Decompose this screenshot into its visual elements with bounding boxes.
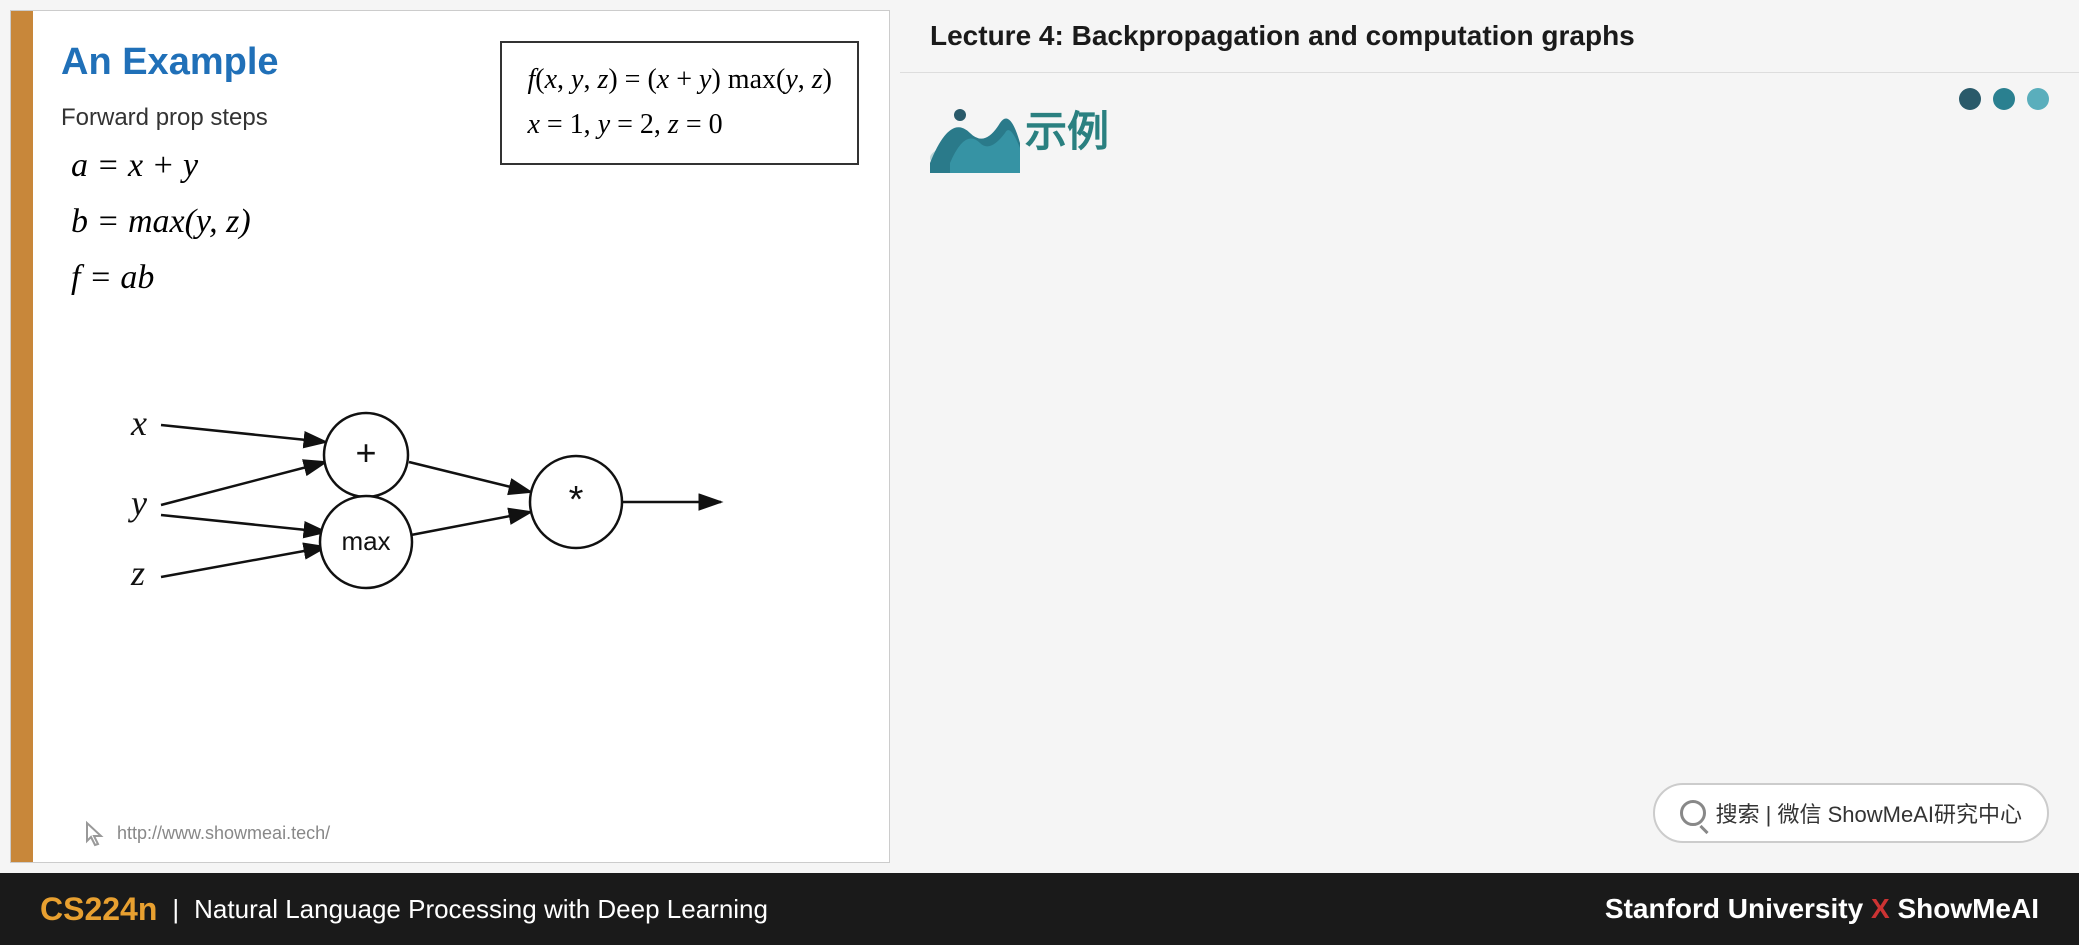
landscape-icon [930,93,1010,163]
bottom-left: CS224n | Natural Language Processing wit… [40,891,768,928]
svg-text:+: + [355,432,376,473]
formula-line1: f(x, y, z) = (x + y) max(y, z) [527,58,832,103]
math-line-f: f = ab [71,259,859,297]
dot-2 [1993,88,2015,110]
separator: | [172,894,179,925]
lecture-title: Lecture 4: Backpropagation and computati… [930,20,1635,51]
formula-box: f(x, y, z) = (x + y) max(y, z) x = 1, y … [500,41,859,165]
course-code: CS224n [40,891,157,928]
chinese-title: 示例 [1025,98,1109,159]
bottom-right: Stanford University X ShowMeAI [1605,893,2039,925]
graph-container: x y z [101,317,859,602]
footer-url: http://www.showmeai.tech/ [117,823,330,844]
x-separator: X [1871,893,1897,924]
dot-1 [1959,88,1981,110]
svg-text:*: * [569,479,584,521]
search-text: 搜索 | 微信 ShowMeAI研究中心 [1716,797,2022,829]
formula-line2: x = 1, y = 2, z = 0 [527,103,832,148]
svg-text:x: x [130,403,147,443]
right-panel: Lecture 4: Backpropagation and computati… [900,0,2079,873]
search-icon [1680,800,1706,826]
course-name: Natural Language Processing with Deep Le… [194,894,768,925]
bottom-bar: CS224n | Natural Language Processing wit… [0,873,2079,945]
lecture-header: Lecture 4: Backpropagation and computati… [900,0,2079,73]
slide-footer: http://www.showmeai.tech/ [81,819,330,847]
svg-text:y: y [128,483,147,523]
right-content: 示例 搜索 | 微信 ShowMeAI研究中心 [900,73,2079,873]
university-name: Stanford University [1605,893,1863,924]
slide-content: An Example f(x, y, z) = (x + y) max(y, z… [41,11,889,862]
brand-name: ShowMeAI [1897,893,2039,924]
search-box[interactable]: 搜索 | 微信 ShowMeAI研究中心 [1653,783,2049,843]
math-line-b: b = max(y, z) [71,203,859,241]
orange-bar [11,11,33,862]
dots-indicator [1959,88,2049,110]
slide-panel: An Example f(x, y, z) = (x + y) max(y, z… [10,10,890,863]
dot-3 [2027,88,2049,110]
content-area: An Example f(x, y, z) = (x + y) max(y, z… [0,0,2079,873]
computation-graph: x y z [101,317,751,597]
svg-text:max: max [341,526,390,556]
cursor-icon [81,819,109,847]
svg-text:z: z [130,553,145,593]
chinese-section: 示例 [930,93,2049,163]
main-container: An Example f(x, y, z) = (x + y) max(y, z… [0,0,2079,945]
